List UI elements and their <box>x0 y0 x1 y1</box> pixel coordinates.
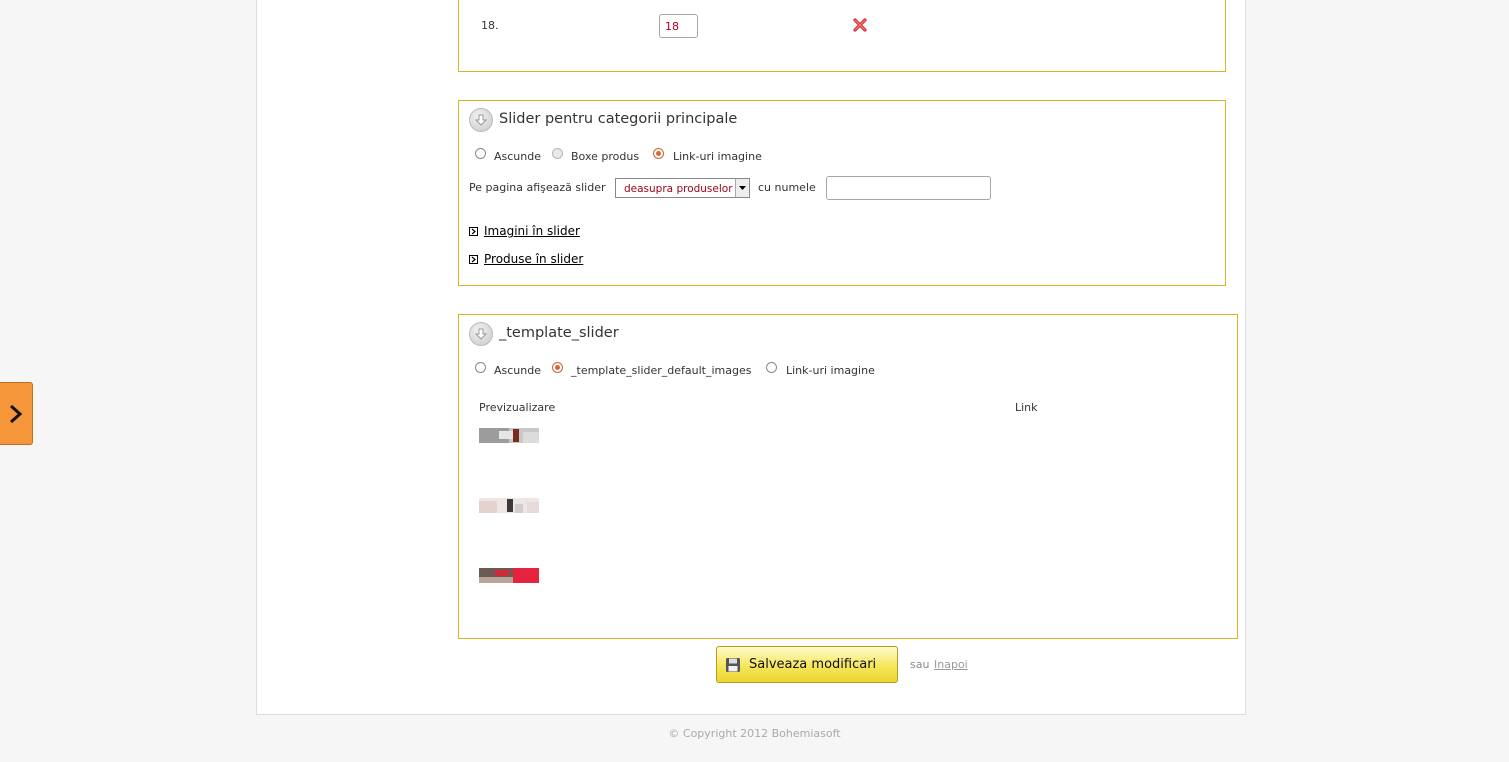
expand-box-icon[interactable] <box>469 227 478 236</box>
expand-box-icon[interactable] <box>469 255 478 264</box>
radio-link-uri-imagine[interactable] <box>653 148 664 159</box>
section-title: _template_slider <box>499 325 619 341</box>
link-column-header: Link <box>1015 401 1038 414</box>
slider-position-select[interactable]: deasupra produselor <box>615 178 750 198</box>
radio-ascunde[interactable] <box>475 362 486 373</box>
page-position-label: Pe pagina afişează slider <box>469 181 606 194</box>
collapse-arrow-icon[interactable] <box>469 108 493 132</box>
chevron-right-icon <box>10 404 23 423</box>
images-in-slider-link[interactable]: Imagini în slider <box>484 224 580 238</box>
row-number: 18. <box>481 19 499 32</box>
radio-label: Boxe produs <box>571 150 640 163</box>
radio-label: Ascunde <box>494 150 541 163</box>
radio-label: Ascunde <box>494 364 541 377</box>
save-button-label: Salveaza modificari <box>749 657 877 672</box>
radio-label: _template_slider_default_images <box>571 364 752 377</box>
delete-icon[interactable] <box>853 18 867 32</box>
chevron-down-icon <box>735 179 749 197</box>
radio-ascunde[interactable] <box>475 148 486 159</box>
slider-name-input[interactable] <box>826 176 991 200</box>
radio-default-images[interactable] <box>552 362 563 373</box>
radio-link-uri-imagine[interactable] <box>766 362 777 373</box>
collapse-arrow-icon[interactable] <box>469 322 493 346</box>
quantity-input[interactable] <box>659 14 698 38</box>
side-panel-toggle[interactable] <box>0 382 33 445</box>
preview-column-header: Previzualizare <box>479 401 556 414</box>
select-value: deasupra produselor <box>624 183 733 195</box>
slider-thumbnail[interactable] <box>479 568 539 583</box>
products-in-slider-link[interactable]: Produse în slider <box>484 252 583 266</box>
footer-copyright: © Copyright 2012 Bohemiasoft <box>668 727 841 740</box>
radio-label: Link-uri imagine <box>786 364 875 377</box>
section-title: Slider pentru categorii principale <box>499 111 738 127</box>
items-box <box>458 0 1226 72</box>
name-label: cu numele <box>758 181 816 194</box>
save-button[interactable]: Salveaza modificari <box>716 646 898 683</box>
radio-boxe-produs[interactable] <box>552 148 563 159</box>
template-slider-section <box>458 314 1238 639</box>
slider-thumbnail[interactable] <box>479 498 539 513</box>
radio-label: Link-uri imagine <box>673 150 762 163</box>
slider-thumbnail[interactable] <box>479 428 539 443</box>
floppy-disk-icon <box>726 657 740 672</box>
back-link[interactable]: Inapoi <box>934 658 968 671</box>
or-text: sau <box>910 658 930 671</box>
